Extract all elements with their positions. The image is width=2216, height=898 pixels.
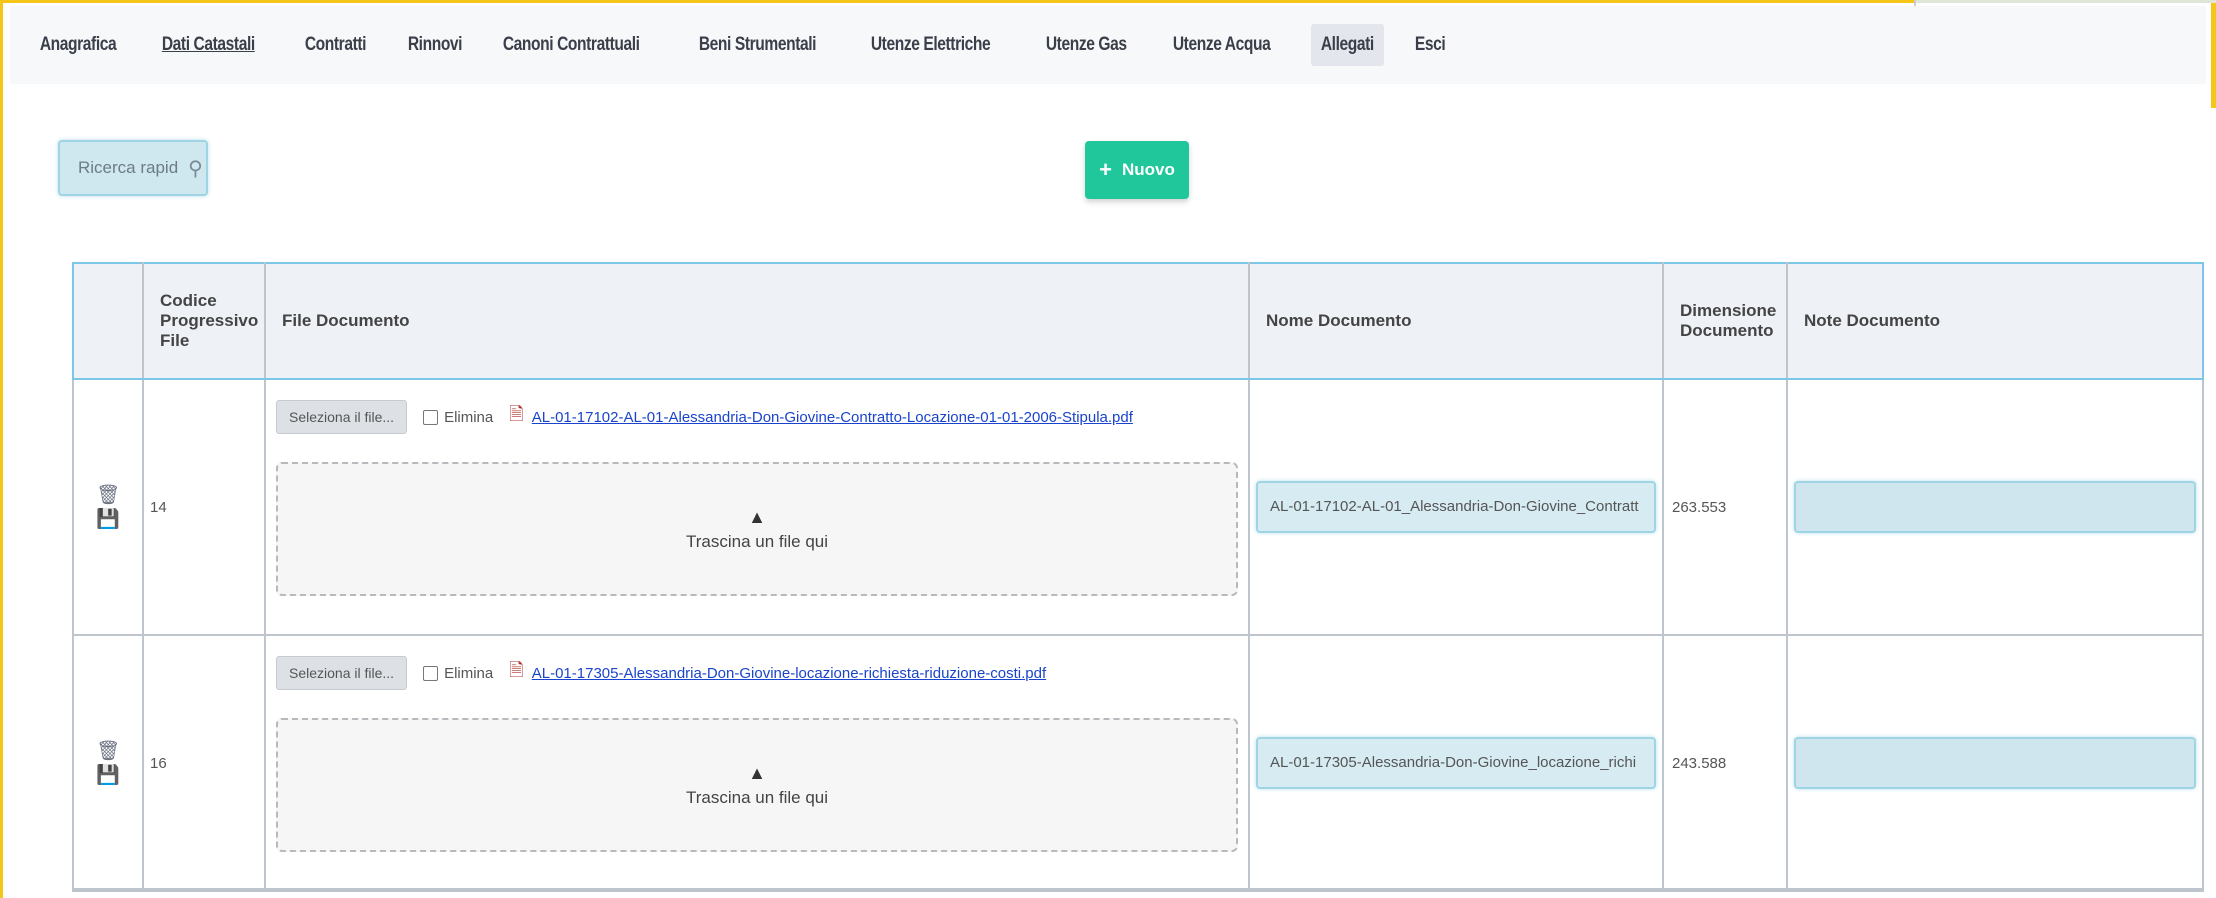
tab-dati-catastali[interactable]: Dati Catastali [152, 24, 265, 66]
tab-anagrafica[interactable]: Anagrafica [30, 24, 126, 66]
table-row: 🗑💾 14 Seleziona il file... Elimina 🗎 AL-… [72, 378, 2204, 636]
search-icon[interactable]: ⚲ [188, 156, 203, 181]
tab-esci[interactable]: Esci [1405, 24, 1455, 66]
tab-canoni-contrattuali[interactable]: Canoni Contrattuali [493, 24, 649, 66]
document-name-input[interactable]: AL-01-17305-Alessandria-Don-Giovine_loca… [1256, 737, 1656, 789]
file-drop-zone[interactable]: ▲ Trascina un file qui [276, 462, 1238, 596]
search-input[interactable]: Ricerca rapid ⚲ [58, 140, 208, 196]
header-dimensione-documento[interactable]: Dimensione Documento [1662, 262, 1788, 380]
trash-icon[interactable]: 🗑 [96, 739, 120, 763]
delete-checkbox[interactable] [423, 409, 439, 425]
header-codice-progressivo[interactable]: Codice Progressivo File [142, 262, 266, 380]
document-note-input[interactable] [1794, 737, 2196, 789]
row-size: 263.553 [1662, 378, 1788, 636]
tab-beni-strumentali[interactable]: Beni Strumentali [689, 24, 826, 66]
row-code: 14 [142, 378, 266, 636]
row-actions: 🗑💾 [72, 378, 144, 636]
drop-zone-label: Trascina un file qui [685, 531, 829, 551]
row-actions: 🗑💾 [72, 634, 144, 892]
header-file-documento[interactable]: File Documento [264, 262, 1250, 380]
table-bottom-border [72, 888, 2202, 890]
save-icon[interactable]: 💾 [96, 507, 120, 531]
tab-bar: Anagrafica Dati Catastali Contratti Rinn… [10, 6, 2206, 84]
file-drop-zone[interactable]: ▲ Trascina un file qui [276, 718, 1238, 852]
header-actions [72, 262, 144, 380]
file-link[interactable]: AL-01-17102-AL-01-Alessandria-Don-Giovin… [532, 409, 1133, 426]
document-name-input[interactable]: AL-01-17102-AL-01_Alessandria-Don-Giovin… [1256, 481, 1656, 533]
new-button[interactable]: + Nuovo [1085, 141, 1189, 199]
plus-icon: + [1099, 157, 1112, 182]
pdf-file-icon: 🗎 [509, 404, 524, 424]
upload-icon: ▲ [748, 506, 766, 527]
header-note-documento[interactable]: Note Documento [1786, 262, 2204, 380]
row-file-cell: Seleziona il file... Elimina 🗎 AL-01-171… [264, 378, 1250, 636]
table-row: 🗑💾 16 Seleziona il file... Elimina 🗎 AL-… [72, 634, 2204, 892]
tab-utenze-gas[interactable]: Utenze Gas [1036, 24, 1136, 66]
top-edge-strip [1916, 0, 2216, 3]
upload-icon: ▲ [748, 762, 766, 783]
tab-utenze-elettriche[interactable]: Utenze Elettriche [861, 24, 1000, 66]
row-name-cell: AL-01-17102-AL-01_Alessandria-Don-Giovin… [1248, 378, 1664, 636]
tab-rinnovi[interactable]: Rinnovi [398, 24, 472, 66]
drop-zone-label: Trascina un file qui [685, 787, 829, 807]
save-icon[interactable]: 💾 [96, 763, 120, 787]
row-size: 243.588 [1662, 634, 1788, 892]
table-header-row: Codice Progressivo File File Documento N… [72, 262, 2204, 380]
tab-contratti[interactable]: Contratti [295, 24, 376, 66]
tab-allegati[interactable]: Allegati [1311, 24, 1384, 66]
row-note-cell [1786, 378, 2204, 636]
header-nome-documento[interactable]: Nome Documento [1248, 262, 1664, 380]
document-note-input[interactable] [1794, 481, 2196, 533]
delete-checkbox[interactable] [423, 665, 439, 681]
attachments-table: Codice Progressivo File File Documento N… [72, 262, 2204, 892]
delete-checkbox-label: Elimina [444, 664, 494, 682]
pdf-file-icon: 🗎 [509, 660, 524, 680]
delete-checkbox-label: Elimina [444, 408, 494, 426]
row-note-cell [1786, 634, 2204, 892]
trash-icon[interactable]: 🗑 [96, 483, 120, 507]
select-file-button[interactable]: Seleziona il file... [276, 656, 408, 690]
tab-utenze-acqua[interactable]: Utenze Acqua [1163, 24, 1280, 66]
select-file-button[interactable]: Seleziona il file... [276, 400, 408, 434]
file-link[interactable]: AL-01-17305-Alessandria-Don-Giovine-loca… [532, 665, 1046, 682]
row-code: 16 [142, 634, 266, 892]
new-button-label: Nuovo [1121, 160, 1175, 179]
search-placeholder: Ricerca rapid [78, 158, 179, 177]
row-name-cell: AL-01-17305-Alessandria-Don-Giovine_loca… [1248, 634, 1664, 892]
row-file-cell: Seleziona il file... Elimina 🗎 AL-01-173… [264, 634, 1250, 892]
